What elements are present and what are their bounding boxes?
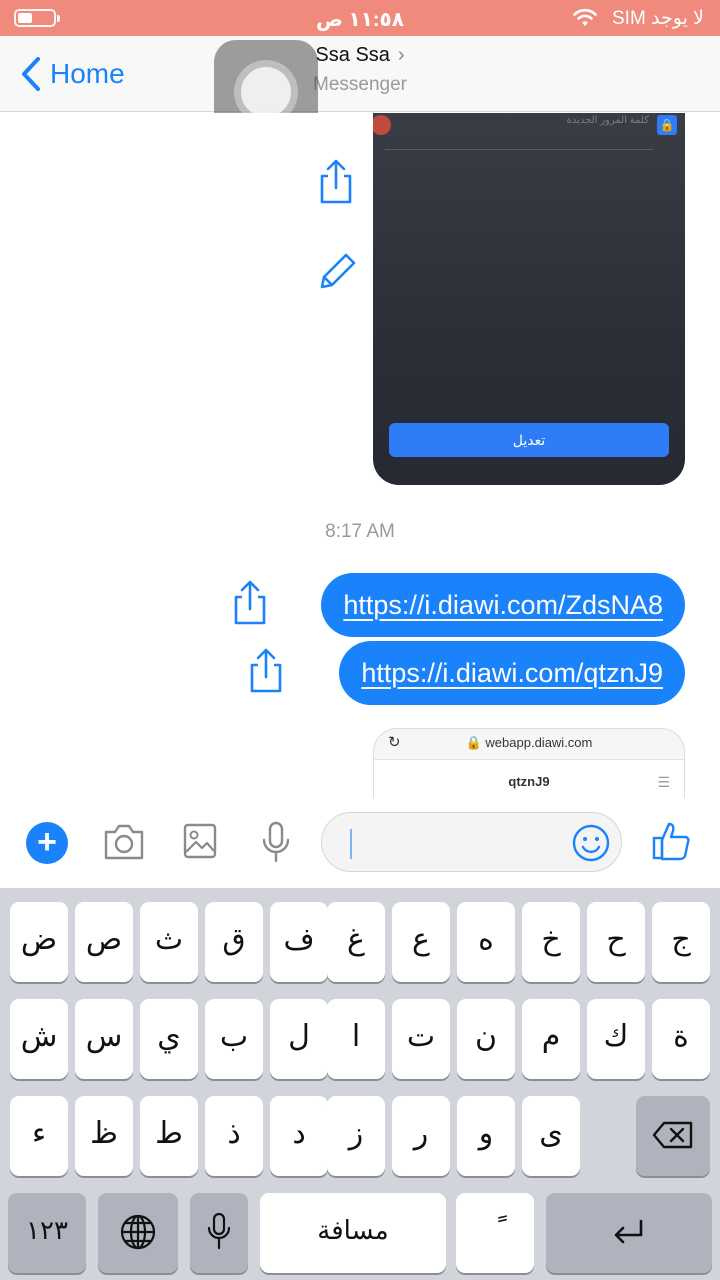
key-zah[interactable]: ظ bbox=[75, 1096, 133, 1176]
return-icon bbox=[614, 1219, 643, 1244]
composer-bar: + bbox=[0, 798, 720, 888]
key-dad[interactable]: ض bbox=[10, 902, 68, 982]
image-message[interactable]: كلمة المرور الجديدة 🔒 تعديل bbox=[373, 113, 685, 485]
preview-url-row: 🔒 webapp.diawi.com bbox=[374, 735, 684, 751]
text-cursor bbox=[350, 829, 352, 859]
diacritics-key[interactable]: ً bbox=[456, 1193, 534, 1273]
key-thal[interactable]: ذ bbox=[205, 1096, 263, 1176]
key-sad[interactable]: ص bbox=[75, 902, 133, 982]
contact-name: Ssa Ssa bbox=[315, 44, 390, 66]
video-icon bbox=[373, 115, 391, 135]
dictation-key[interactable] bbox=[190, 1193, 248, 1273]
key-alef-maksura[interactable]: ى bbox=[522, 1096, 580, 1176]
key-ain[interactable]: ع bbox=[392, 902, 450, 982]
microphone-icon[interactable] bbox=[260, 820, 292, 864]
key-hah[interactable]: ح bbox=[587, 902, 645, 982]
lock-icon: 🔒 bbox=[465, 735, 486, 750]
lock-icon: 🔒 bbox=[657, 115, 677, 135]
key-khah[interactable]: خ bbox=[522, 902, 580, 982]
key-waw[interactable]: و bbox=[457, 1096, 515, 1176]
key-heh[interactable]: ه bbox=[457, 902, 515, 982]
key-meem[interactable]: م bbox=[522, 999, 580, 1079]
key-noon[interactable]: ن bbox=[457, 999, 515, 1079]
message-bubble[interactable]: https://i.diawi.com/qtznJ9 bbox=[339, 641, 685, 705]
globe-icon bbox=[120, 1214, 156, 1250]
backspace-icon bbox=[652, 1121, 693, 1149]
space-key[interactable]: مسافة bbox=[260, 1193, 446, 1273]
image-button-label: تعديل bbox=[389, 423, 669, 457]
globe-key[interactable] bbox=[98, 1193, 178, 1273]
image-header-label: كلمة المرور الجديدة bbox=[566, 115, 649, 126]
share-icon[interactable] bbox=[316, 158, 356, 206]
chevron-right-icon: › bbox=[397, 44, 405, 66]
key-seen[interactable]: س bbox=[75, 999, 133, 1079]
key-beh[interactable]: ب bbox=[205, 999, 263, 1079]
thumbs-up-icon[interactable] bbox=[651, 820, 691, 862]
emoji-icon[interactable] bbox=[571, 823, 611, 863]
message-link[interactable]: https://i.diawi.com/ZdsNA8 bbox=[343, 590, 663, 620]
wifi-icon bbox=[573, 8, 597, 26]
key-teh[interactable]: ت bbox=[392, 999, 450, 1079]
camera-icon[interactable] bbox=[102, 822, 146, 862]
messenger-screen: ١١:٥٨ ص لا يوجد SIM Home Ssa Ssa › Messen… bbox=[0, 0, 720, 1280]
share-icon[interactable] bbox=[230, 579, 270, 627]
menu-icon: ☰ bbox=[657, 774, 670, 790]
return-key[interactable] bbox=[546, 1193, 712, 1273]
status-bar: ١١:٥٨ ص لا يوجد SIM bbox=[0, 0, 720, 36]
key-dal[interactable]: د bbox=[270, 1096, 328, 1176]
key-reh[interactable]: ر bbox=[392, 1096, 450, 1176]
key-theh[interactable]: ث bbox=[140, 902, 198, 982]
key-alef[interactable]: ا bbox=[327, 999, 385, 1079]
pencil-icon[interactable] bbox=[316, 245, 356, 293]
preview-url: webapp.diawi.com bbox=[485, 735, 593, 750]
key-qaf[interactable]: ق bbox=[205, 902, 263, 982]
key-teh-marbuta[interactable]: ة bbox=[652, 999, 710, 1079]
preview-app-name: qtznJ9 bbox=[508, 774, 550, 789]
carrier-label: لا يوجد SIM bbox=[612, 8, 704, 29]
link-preview[interactable]: ↻ 🔒 webapp.diawi.com qtznJ9 ☰ bbox=[373, 728, 685, 798]
photo-icon[interactable] bbox=[182, 822, 218, 860]
key-feh[interactable]: ف bbox=[270, 902, 328, 982]
key-tah[interactable]: ط bbox=[140, 1096, 198, 1176]
message-bubble[interactable]: https://i.diawi.com/ZdsNA8 bbox=[321, 573, 685, 637]
key-yeh[interactable]: ي bbox=[140, 999, 198, 1079]
conversation-subtitle: Messenger bbox=[313, 74, 407, 95]
add-icon[interactable]: + bbox=[26, 822, 68, 864]
key-ghain[interactable]: غ bbox=[327, 902, 385, 982]
conversation-title[interactable]: Ssa Ssa › bbox=[0, 44, 720, 67]
key-sheen[interactable]: ش bbox=[10, 999, 68, 1079]
key-lam[interactable]: ل bbox=[270, 999, 328, 1079]
preview-body: qtznJ9 ☰ bbox=[374, 759, 684, 798]
message-timestamp: 8:17 AM bbox=[325, 521, 395, 542]
navigation-bar: Home Ssa Ssa › Messenger bbox=[0, 36, 720, 144]
key-hamza[interactable]: ء bbox=[10, 1096, 68, 1176]
message-input[interactable] bbox=[321, 812, 622, 872]
message-list[interactable]: كلمة المرور الجديدة 🔒 تعديل 8:17 AM http… bbox=[0, 113, 720, 798]
message-link[interactable]: https://i.diawi.com/qtznJ9 bbox=[361, 658, 663, 688]
microphone-icon bbox=[207, 1212, 231, 1250]
share-icon[interactable] bbox=[246, 647, 286, 695]
image-divider bbox=[385, 149, 653, 150]
arabic-keyboard: ج ح خ ه ع غ ف ق ث ص ض ة ك م ن ت ا ل ب ي … bbox=[0, 888, 720, 1280]
key-kaf[interactable]: ك bbox=[587, 999, 645, 1079]
backspace-key[interactable] bbox=[636, 1096, 710, 1176]
key-jeem[interactable]: ج bbox=[652, 902, 710, 982]
key-zain[interactable]: ز bbox=[327, 1096, 385, 1176]
numbers-key[interactable]: ١٢٣ bbox=[8, 1193, 86, 1273]
